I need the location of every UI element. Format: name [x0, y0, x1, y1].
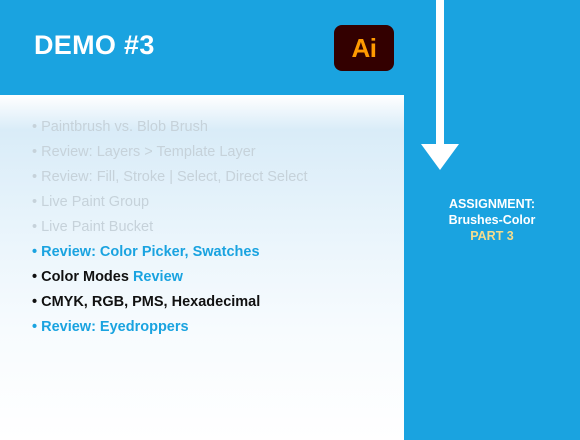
page-title: DEMO #3	[34, 30, 155, 60]
assignment-part: PART 3	[470, 229, 514, 243]
list-item: • Live Paint Bucket	[32, 219, 154, 235]
illustrator-logo-icon: Ai	[334, 25, 394, 71]
slide: DEMO #3 Ai • Paintbrush vs. Blob Brush •…	[0, 0, 580, 440]
bullet-list: • Paintbrush vs. Blob Brush • Review: La…	[32, 115, 308, 340]
logo-text: Ai	[351, 32, 378, 63]
assignment-title: ASSIGNMENT:	[448, 197, 536, 211]
assignment-label: ASSIGNMENT: Brushes-Color PART 3	[404, 196, 580, 244]
list-item: • Review: Eyedroppers	[32, 319, 189, 335]
down-arrow-icon	[436, 0, 444, 146]
list-item: • Live Paint Group	[32, 194, 150, 210]
list-item: • Review: Layers > Template Layer	[32, 144, 256, 160]
down-arrow-head-icon	[421, 144, 459, 170]
assignment-name: Brushes-Color	[448, 213, 536, 227]
header-bar: DEMO #3 Ai	[0, 0, 404, 95]
list-item: • Paintbrush vs. Blob Brush	[32, 119, 208, 135]
list-item: • Review: Fill, Stroke | Select, Direct …	[32, 169, 308, 185]
list-item: • CMYK, RGB, PMS, Hexadecimal	[32, 294, 261, 310]
list-item: • Color Modes Review	[32, 265, 308, 290]
list-item: • Review: Color Picker, Swatches	[32, 244, 260, 260]
list-item-label: • Color Modes	[32, 269, 133, 285]
list-item-suffix: Review	[132, 269, 183, 285]
